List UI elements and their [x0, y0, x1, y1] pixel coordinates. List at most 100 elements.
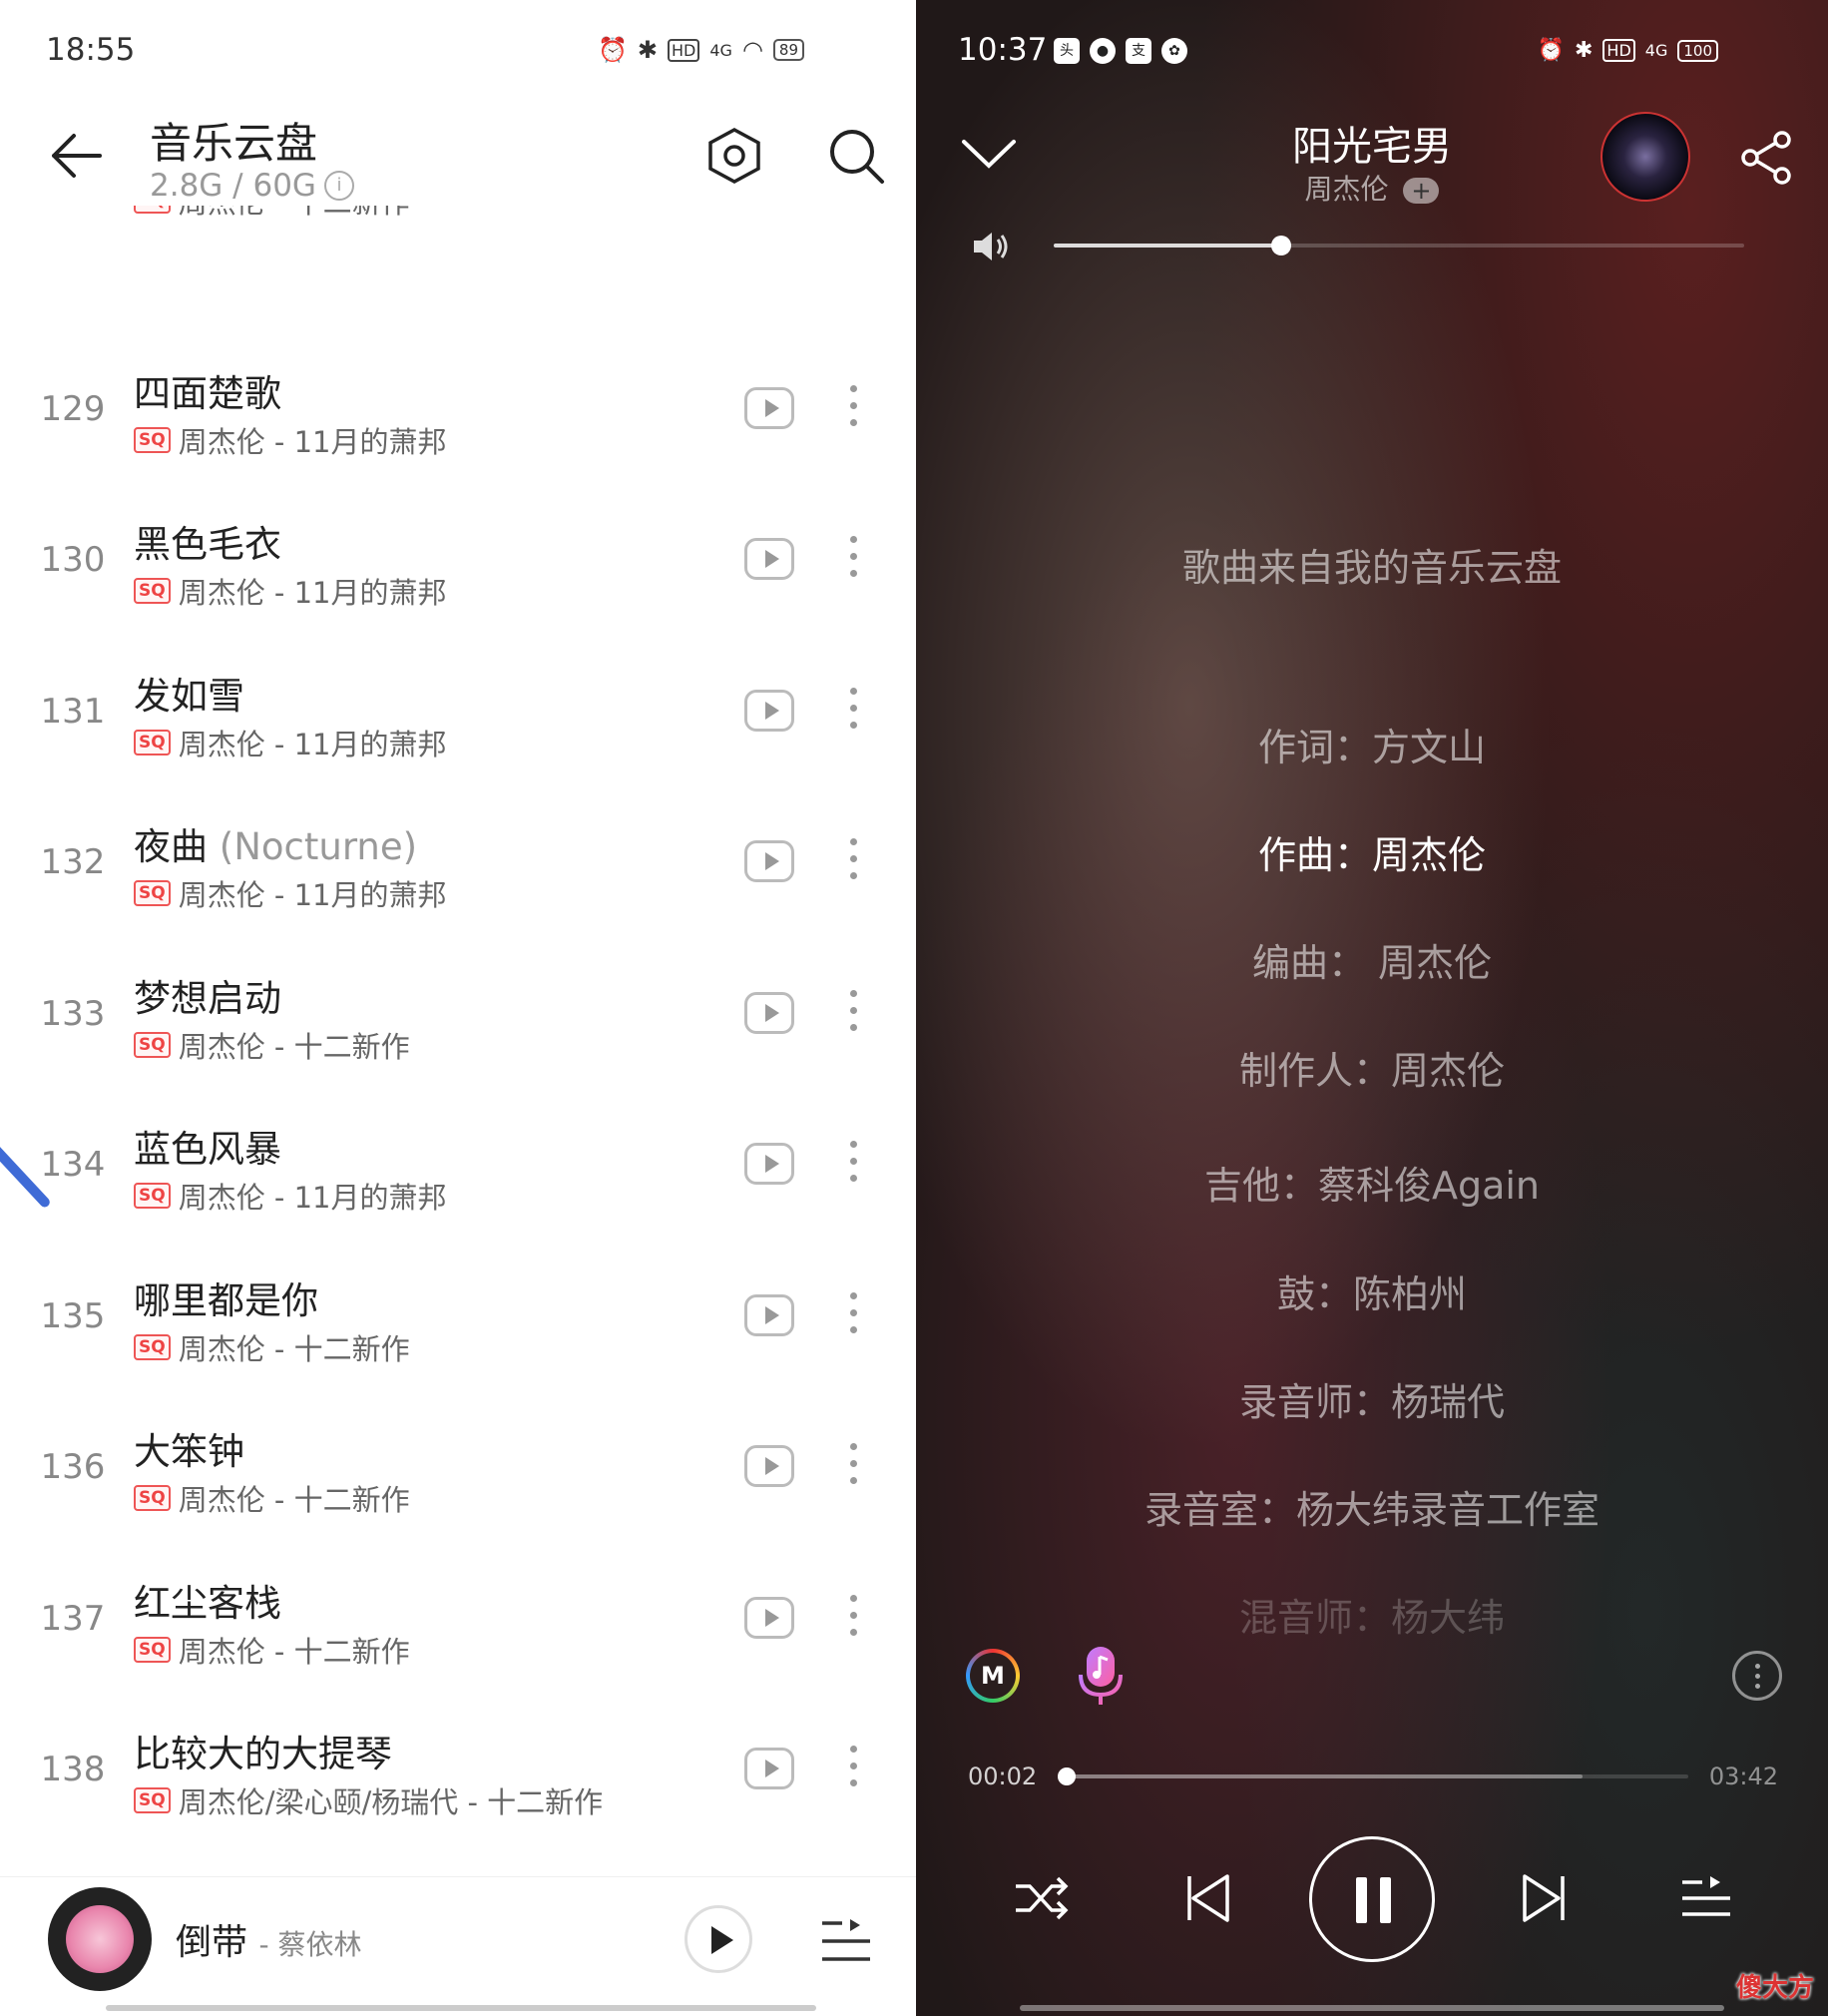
song-row[interactable]: 公公偏头痛: [0, 1845, 916, 1863]
song-list: 128 SQ周杰伦 - 十二新作129四面楚歌 SQ周杰伦 - 11月的萧邦13…: [0, 206, 916, 1862]
status-icons: ⏰ ✱ HD 4G ◠ 89: [598, 36, 804, 64]
more-vertical-icon[interactable]: [850, 384, 858, 429]
home-indicator[interactable]: [106, 2005, 816, 2011]
mini-player[interactable]: 倒带 - 蔡依林: [0, 1876, 916, 2016]
song-index: 132: [40, 842, 106, 882]
settings-hex-icon[interactable]: [706, 126, 762, 186]
now-playing-song: 倒带: [176, 1922, 248, 1963]
more-vertical-icon[interactable]: [850, 989, 858, 1034]
karaoke-mic-icon[interactable]: [1078, 1645, 1124, 1707]
play-video-icon[interactable]: [744, 840, 794, 882]
more-options-icon[interactable]: [1732, 1651, 1782, 1701]
m-mode-button[interactable]: M: [966, 1649, 1020, 1703]
more-vertical-icon[interactable]: [850, 536, 858, 580]
song-row[interactable]: 129 四面楚歌 SQ 周杰伦 - 11月的萧邦: [0, 333, 916, 484]
sq-quality-badge: SQ: [134, 578, 171, 604]
lyric-line[interactable]: 编曲： 周杰伦: [916, 932, 1828, 987]
lyric-line[interactable]: 录音师：杨瑞代: [916, 1371, 1828, 1426]
pause-button[interactable]: [1309, 1836, 1435, 1962]
playlist-icon[interactable]: [820, 1917, 872, 1965]
song-artist-album: 周杰伦 - 11月的萧邦: [178, 1181, 447, 1215]
song-row[interactable]: 134 蓝色风暴 SQ 周杰伦 - 11月的萧邦: [0, 1089, 916, 1240]
song-row[interactable]: 133 梦想启动 SQ 周杰伦 - 十二新作: [0, 938, 916, 1089]
shuffle-icon[interactable]: [1012, 1868, 1072, 1928]
play-video-icon[interactable]: [744, 689, 794, 732]
sq-quality-badge: SQ: [134, 729, 171, 756]
sq-quality-badge: SQ: [134, 206, 171, 214]
album-disc[interactable]: [1600, 112, 1690, 202]
song-row[interactable]: 128 SQ 周杰伦 - 十二新作: [0, 206, 916, 332]
song-index: 130: [40, 540, 106, 580]
now-playing-title[interactable]: 倒带 - 蔡依林: [176, 1913, 362, 1965]
mini-play-button[interactable]: [685, 1905, 752, 1973]
lyric-line[interactable]: 吉他：蔡科俊Again: [916, 1155, 1828, 1210]
play-video-icon[interactable]: [744, 1445, 794, 1487]
alarm-icon: ⏰: [1537, 38, 1565, 63]
song-name: 四面楚歌: [134, 363, 281, 417]
song-row[interactable]: 136 大笨钟 SQ 周杰伦 - 十二新作: [0, 1391, 916, 1542]
more-vertical-icon[interactable]: [850, 1443, 858, 1487]
sq-quality-badge: SQ: [134, 426, 171, 453]
info-icon[interactable]: i: [323, 171, 354, 201]
buffer-fill: [1066, 1774, 1583, 1778]
share-icon[interactable]: [1738, 128, 1794, 188]
previous-track-icon[interactable]: [1177, 1868, 1237, 1928]
song-meta: SQ 周杰伦 - 11月的萧邦: [134, 872, 447, 914]
more-vertical-icon[interactable]: [850, 1746, 858, 1789]
follow-button[interactable]: +: [1403, 178, 1440, 204]
play-video-icon[interactable]: [744, 1293, 794, 1336]
song-title: 发如雪: [134, 674, 244, 718]
volume-knob[interactable]: [1271, 236, 1292, 255]
song-row[interactable]: 132 夜曲 (Nocturne) SQ 周杰伦 - 11月的萧邦: [0, 786, 916, 937]
play-video-icon[interactable]: [744, 386, 794, 429]
more-vertical-icon[interactable]: [850, 1141, 858, 1185]
more-vertical-icon[interactable]: [850, 1594, 858, 1639]
lyric-line[interactable]: 制作人：周杰伦: [916, 1040, 1828, 1095]
song-meta: SQ 周杰伦 - 11月的萧邦: [134, 722, 447, 763]
home-indicator[interactable]: [1020, 2005, 1724, 2011]
volume-slider[interactable]: [1054, 236, 1744, 255]
song-artist[interactable]: 周杰伦: [1305, 173, 1389, 206]
song-artist-line[interactable]: 周杰伦 +: [916, 168, 1828, 208]
lyric-line[interactable]: 作词：方文山: [916, 717, 1828, 771]
song-title: 比较大的大提琴: [134, 1733, 392, 1775]
storage-usage: 2.8G / 60G i: [150, 168, 354, 204]
more-vertical-icon[interactable]: [850, 687, 858, 732]
next-track-icon[interactable]: [1515, 1868, 1575, 1928]
song-row[interactable]: 131 发如雪 SQ 周杰伦 - 11月的萧邦: [0, 636, 916, 786]
more-vertical-icon[interactable]: [850, 838, 858, 882]
lyric-line[interactable]: 鼓：陈柏州: [916, 1263, 1828, 1318]
song-meta: SQ 周杰伦 - 十二新作: [134, 1024, 410, 1066]
progress-bar[interactable]: [1057, 1767, 1688, 1785]
search-icon[interactable]: [826, 126, 886, 186]
sq-quality-badge: SQ: [134, 880, 171, 906]
play-video-icon[interactable]: [744, 1596, 794, 1639]
storage-text: 2.8G / 60G: [150, 168, 316, 204]
play-video-icon[interactable]: [744, 1748, 794, 1789]
lyric-line[interactable]: 作曲：周杰伦: [916, 824, 1828, 879]
song-row[interactable]: 135 哪里都是你 SQ 周杰伦 - 十二新作: [0, 1241, 916, 1391]
song-artist-album: 周杰伦 - 十二新作: [178, 1483, 410, 1517]
play-video-icon[interactable]: [744, 538, 794, 580]
song-index: 133: [40, 993, 106, 1034]
play-video-icon[interactable]: [744, 1143, 794, 1185]
notification-icons: 头 ● 支 ✿: [1054, 38, 1187, 64]
player-screen: 10:37 头 ● 支 ✿ ⏰ ✱ HD 4G 100 阳光宅男 周杰伦 + 歌…: [916, 0, 1828, 2016]
song-index: 134: [40, 1145, 106, 1185]
lyric-line[interactable]: 录音室：杨大纬录音工作室: [916, 1479, 1828, 1534]
song-row[interactable]: 137 红尘客栈 SQ 周杰伦 - 十二新作: [0, 1543, 916, 1694]
song-row[interactable]: 130 黑色毛衣 SQ 周杰伦 - 11月的萧邦: [0, 484, 916, 635]
song-title: 梦想启动: [134, 976, 281, 1020]
more-vertical-icon[interactable]: [850, 1291, 858, 1336]
song-row[interactable]: 138 比较大的大提琴 SQ 周杰伦/梁心颐/杨瑞代 - 十二新作: [0, 1694, 916, 1844]
song-title: 阳光宅男: [1292, 124, 1452, 170]
play-video-icon[interactable]: [744, 991, 794, 1034]
volume-icon[interactable]: [972, 230, 1012, 263]
back-arrow-icon[interactable]: [46, 126, 106, 186]
progress-knob[interactable]: [1057, 1767, 1076, 1785]
album-cover[interactable]: [48, 1887, 152, 1991]
lyric-line[interactable]: 混音师：杨大纬: [916, 1587, 1828, 1642]
status-time: 10:37: [958, 32, 1048, 68]
lyric-line[interactable]: 歌曲来自我的音乐云盘: [916, 537, 1828, 592]
playlist-icon[interactable]: [1676, 1868, 1736, 1928]
